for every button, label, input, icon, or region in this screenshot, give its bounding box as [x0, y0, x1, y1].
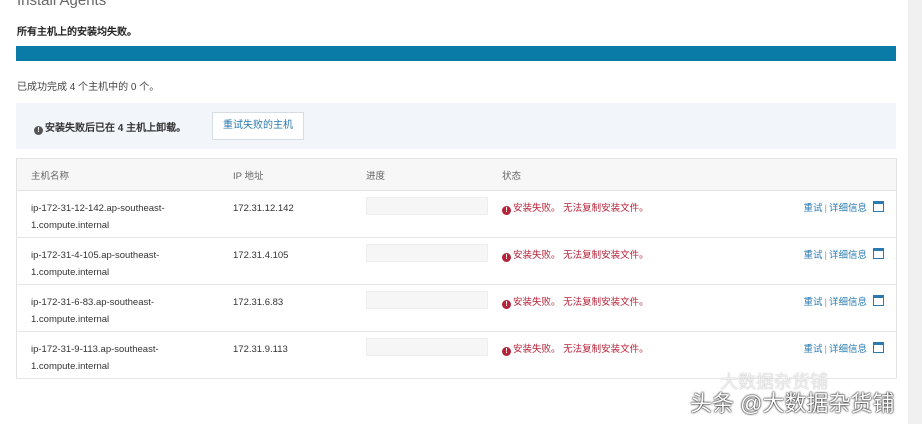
host-progress-bar [366, 244, 488, 262]
header-ip: IP 地址 [232, 158, 365, 191]
hostname-cont: 1.compute.internal [31, 314, 110, 325]
hostname-cont: 1.compute.internal [31, 267, 110, 278]
details-link[interactable]: 详细信息 [829, 250, 867, 261]
hostname: ip-172-31-9-113.ap-southeast- [31, 344, 159, 355]
overall-status: 所有主机上的安装均失败。 [17, 27, 137, 38]
separator: | [824, 250, 827, 261]
host-progress-bar [366, 338, 488, 356]
details-link[interactable]: 详细信息 [829, 297, 867, 308]
open-window-icon[interactable] [873, 248, 884, 259]
retry-link[interactable]: 重试 [804, 250, 823, 261]
open-window-icon[interactable] [873, 342, 884, 353]
page-title: Install Agents [17, 0, 107, 9]
retry-failed-hosts-button[interactable]: 重试失败的主机 [212, 112, 304, 140]
host-progress-bar [366, 197, 488, 215]
ip-address: 172.31.6.83 [232, 284, 365, 332]
error-icon: ! [502, 206, 511, 215]
hostname-cont: 1.compute.internal [31, 361, 110, 372]
info-panel: ! 安装失败后已在 4 主机上卸载。 重试失败的主机 [16, 103, 896, 149]
ip-address: 172.31.4.105 [232, 237, 365, 285]
status-text: 安装失败。 无法复制安装文件。 [513, 344, 649, 355]
retry-link[interactable]: 重试 [804, 297, 823, 308]
status-text: 安装失败。 无法复制安装文件。 [513, 297, 649, 308]
error-icon: ! [502, 347, 511, 356]
watermark: 头条 @大数据杂货铺 [690, 391, 895, 416]
details-link[interactable]: 详细信息 [829, 203, 867, 214]
info-message: 安装失败后已在 4 主机上卸载。 [45, 123, 187, 134]
status-text: 安装失败。 无法复制安装文件。 [513, 203, 649, 214]
hosts-table: 主机名称 IP 地址 进度 状态 ip-172-31-12-142.ap-sou… [16, 158, 897, 379]
separator: | [824, 203, 827, 214]
open-window-icon[interactable] [873, 295, 884, 306]
retry-link[interactable]: 重试 [804, 203, 823, 214]
status-text: 安装失败。 无法复制安装文件。 [513, 250, 649, 261]
overall-progress-bar [16, 46, 896, 61]
hostname: ip-172-31-4-105.ap-southeast- [31, 250, 160, 261]
header-progress: 进度 [365, 158, 501, 191]
table-row: ip-172-31-6-83.ap-southeast- 1.compute.in… [16, 284, 897, 332]
host-progress-bar [366, 291, 488, 309]
details-link[interactable]: 详细信息 [829, 344, 867, 355]
error-icon: ! [502, 300, 511, 309]
scrollbar[interactable] [908, 0, 922, 424]
header-status: 状态 [501, 158, 744, 191]
header-hostname: 主机名称 [16, 158, 232, 191]
table-row: ip-172-31-12-142.ap-southeast- 1.compute.… [16, 190, 897, 238]
completion-text: 已成功完成 4 个主机中的 0 个。 [17, 82, 160, 93]
table-row: ip-172-31-4-105.ap-southeast- 1.compute.i… [16, 237, 897, 285]
retry-link[interactable]: 重试 [804, 344, 823, 355]
info-icon: ! [34, 126, 43, 135]
separator: | [824, 344, 827, 355]
separator: | [824, 297, 827, 308]
ip-address: 172.31.9.113 [232, 331, 365, 379]
hostname: ip-172-31-6-83.ap-southeast- [31, 297, 155, 308]
open-window-icon[interactable] [873, 201, 884, 212]
ip-address: 172.31.12.142 [232, 190, 365, 238]
error-icon: ! [502, 253, 511, 262]
hostname-cont: 1.compute.internal [31, 220, 110, 231]
hostname: ip-172-31-12-142.ap-southeast- [31, 203, 165, 214]
